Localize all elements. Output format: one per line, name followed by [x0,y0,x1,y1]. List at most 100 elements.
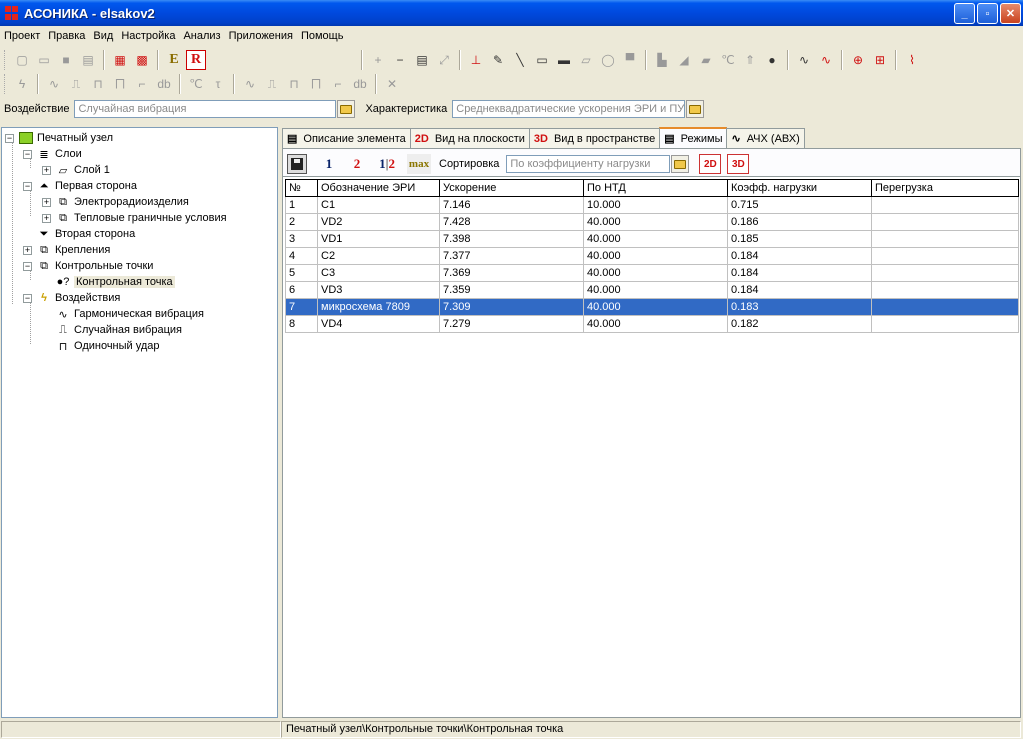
tab-frequency[interactable]: ∿ АЧХ (АВХ) [726,128,805,148]
sort-open-button[interactable] [671,155,690,173]
temperature-icon[interactable]: ℃ [718,50,738,70]
view-2d-button[interactable]: 2D [699,154,722,174]
pulse-icon[interactable]: ⊓ [88,74,108,94]
ramp-icon[interactable]: ⌐ [132,74,152,94]
harmonic-chart-icon[interactable]: ∿ [794,50,814,70]
tab-3d-view[interactable]: 3D Вид в пространстве [528,128,661,148]
add-chart-icon[interactable]: ⊕ [848,50,868,70]
menu-edit[interactable]: Правка [44,30,89,42]
tree-impacts[interactable]: − ϟ Воздействия [23,290,120,306]
random-chart-icon[interactable]: ∿ [816,50,836,70]
table-row[interactable]: 2 VD2 7.428 40.000 0.186 [285,213,1019,231]
tab-description[interactable]: ▤ Описание элемента [282,128,411,148]
tau-icon[interactable]: τ [208,74,228,94]
table-row[interactable]: 8 VD4 7.279 40.000 0.182 [285,315,1019,333]
dash-icon[interactable]: ▬ [554,50,574,70]
mode1-button[interactable]: 1 [319,154,339,174]
surface-icon[interactable]: ◢ [674,50,694,70]
collapse-icon[interactable]: − [23,149,32,159]
table-row[interactable]: 6 VD3 7.359 40.000 0.184 [285,281,1019,299]
grid-icon[interactable]: ▩ [132,50,152,70]
collapse-icon[interactable]: − [23,261,32,271]
tree-side2[interactable]: ⏷ Вторая сторона [36,226,136,242]
tree-root[interactable]: − Печатный узел [5,130,113,146]
tab-modes[interactable]: ▤ Режимы [659,127,728,148]
col-number[interactable]: № [285,179,318,197]
impact-combo[interactable]: Случайная вибрация [74,100,337,118]
save-button[interactable] [287,154,307,174]
tree-thermal[interactable]: + ⧉ Тепловые граничные условия [42,210,227,226]
block-icon[interactable]: ▀ [620,50,640,70]
layer-icon[interactable]: ▰ [696,50,716,70]
characteristic-open-button[interactable] [686,100,705,118]
rect-icon[interactable]: ▭ [532,50,552,70]
plane-icon[interactable]: ▱ [576,50,596,70]
collapse-icon[interactable]: − [23,293,32,303]
expand-icon[interactable]: + [23,245,32,255]
add-table-icon[interactable]: ⊞ [870,50,890,70]
lightning-icon[interactable]: ϟ [12,74,32,94]
tree-checkpoint[interactable]: ●? Контрольная точка [55,274,175,290]
tree-mounts[interactable]: + ⧉ Крепления [23,242,110,258]
menu-settings[interactable]: Настройка [117,30,179,42]
step2-icon[interactable]: ⎍ [262,74,282,94]
col-overload[interactable]: Перегрузка [871,179,1019,197]
e-button[interactable]: E [164,50,184,70]
print-icon[interactable]: ▤ [78,50,98,70]
collapse-icon[interactable]: − [5,133,14,143]
pulse-train2-icon[interactable]: ⨅ [306,74,326,94]
tree-random[interactable]: ⎍ Случайная вибрация [55,322,182,338]
plus-icon[interactable]: + [368,50,388,70]
maximize-button[interactable]: ▫ [977,3,998,24]
mount-icon[interactable]: ▙ [652,50,672,70]
table-row[interactable]: 5 C3 7.369 40.000 0.184 [285,264,1019,282]
tree-side1[interactable]: − ⏶ Первая сторона [23,178,137,194]
checkpoint-icon[interactable]: ● [762,50,782,70]
table-row[interactable]: 7 микросхема 7809 7.309 40.000 0.183 [285,298,1019,316]
expand-icon[interactable]: + [42,197,51,207]
menu-view[interactable]: Вид [89,30,117,42]
menu-analysis[interactable]: Анализ [179,30,224,42]
table-row[interactable]: 1 C1 7.146 10.000 0.715 [285,196,1019,214]
arrow-up-icon[interactable]: ⇑ [740,50,760,70]
expand-icon[interactable]: + [42,213,51,223]
ramp2-icon[interactable]: ⌐ [328,74,348,94]
pencil-icon[interactable]: ✎ [488,50,508,70]
table-row[interactable]: 4 C2 7.377 40.000 0.184 [285,247,1019,265]
sine-icon[interactable]: ∿ [44,74,64,94]
tab-2d-view[interactable]: 2D Вид на плоскости [409,128,530,148]
tree-checkpoints[interactable]: − ⧉ Контрольные точки [23,258,153,274]
sort-combo[interactable]: По коэффициенту нагрузки [506,155,671,173]
menu-project[interactable]: Проект [0,30,44,42]
view-3d-button[interactable]: 3D [727,154,750,174]
r-button[interactable]: R [186,50,206,70]
open-folder-icon[interactable]: ▭ [34,50,54,70]
line-icon[interactable]: ╲ [510,50,530,70]
minimize-button[interactable]: _ [954,3,975,24]
max-button[interactable]: max [407,154,431,174]
new-file-icon[interactable]: ▢ [12,50,32,70]
tree-shock[interactable]: ⊓ Одиночный удар [55,338,160,354]
col-load-coef[interactable]: Коэфф. нагрузки [727,179,872,197]
sine2-icon[interactable]: ∿ [240,74,260,94]
step-icon[interactable]: ⎍ [66,74,86,94]
close-button[interactable]: ✕ [1000,3,1021,24]
mode12-button[interactable]: 1 | 2 [375,154,399,174]
celsius-icon[interactable]: ℃ [186,74,206,94]
tree-harmonic[interactable]: ∿ Гармоническая вибрация [55,306,204,322]
collapse-icon[interactable]: − [23,181,32,191]
db2-icon[interactable]: db [350,74,370,94]
axes-icon[interactable]: ⊥ [466,50,486,70]
characteristic-combo[interactable]: Среднеквадратические ускорения ЭРИ и ПУ [452,100,686,118]
mode2-button[interactable]: 2 [347,154,367,174]
table-icon[interactable]: ▦ [110,50,130,70]
db-icon[interactable]: db [154,74,174,94]
impact-open-button[interactable] [337,100,356,118]
delete-icon[interactable]: ✕ [382,74,402,94]
menu-help[interactable]: Помощь [297,30,348,42]
graph-icon[interactable]: ⌇ [902,50,922,70]
table-row[interactable]: 3 VD1 7.398 40.000 0.185 [285,230,1019,248]
col-acceleration[interactable]: Ускорение [439,179,584,197]
col-designation[interactable]: Обозначение ЭРИ [317,179,440,197]
pulse-train-icon[interactable]: ⨅ [110,74,130,94]
